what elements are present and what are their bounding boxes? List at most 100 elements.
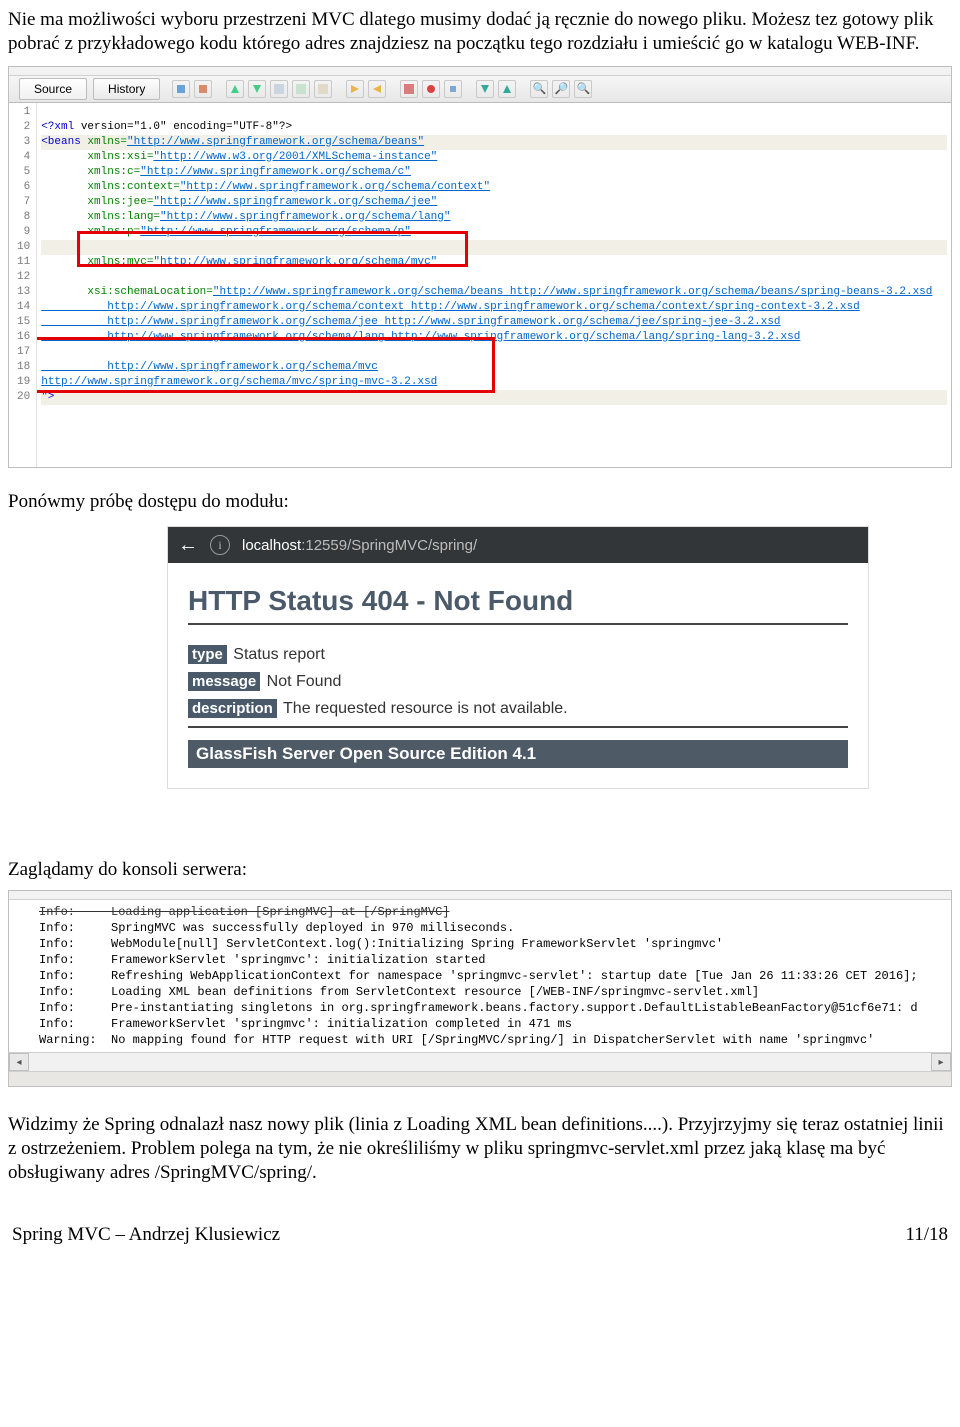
- browser-toolbar: ← i localhost:12559/SpringMVC/spring/: [168, 527, 868, 563]
- toolbar-icon[interactable]: [292, 80, 310, 98]
- message-line: message Not Found: [188, 672, 848, 691]
- divider: [188, 726, 848, 728]
- zoom-out-icon[interactable]: 🔎: [552, 80, 570, 98]
- toolbar-icon[interactable]: [314, 80, 332, 98]
- status-heading: HTTP Status 404 - Not Found: [188, 585, 848, 617]
- line-number: 16: [17, 330, 30, 345]
- toolbar-icon[interactable]: [368, 80, 386, 98]
- toolbar-icon[interactable]: [444, 80, 462, 98]
- beans-open: <beans: [41, 136, 81, 148]
- footer-left: Spring MVC – Andrzej Klusiewicz: [12, 1224, 280, 1246]
- ide-toolbar: Source History: [9, 76, 951, 103]
- back-arrow-icon[interactable]: ←: [178, 535, 198, 555]
- line-number: 20: [17, 390, 30, 405]
- line-number: 12: [17, 270, 30, 285]
- attr: xmlns:lang=: [41, 211, 160, 223]
- log-message: Loading application [SpringMVC] at [/Spr…: [111, 905, 449, 919]
- console-line: Info: FrameworkServlet 'springmvc': init…: [39, 1016, 945, 1032]
- url: "http://www.springframework.org/schema/c…: [180, 181, 490, 193]
- attr: xsi:schemaLocation=: [41, 286, 213, 298]
- line-number: 1: [24, 105, 31, 120]
- line-number: 3: [24, 135, 31, 150]
- console-output[interactable]: Info: Loading application [SpringMVC] at…: [9, 900, 951, 1052]
- info-icon[interactable]: i: [210, 535, 230, 555]
- toolbar-icon[interactable]: [422, 80, 440, 98]
- paragraph-3: Zaglądamy do konsoli serwera:: [8, 858, 952, 882]
- zoom-reset-icon[interactable]: 🔍: [574, 80, 592, 98]
- url-bar[interactable]: localhost:12559/SpringMVC/spring/: [242, 537, 477, 554]
- browser-window: ← i localhost:12559/SpringMVC/spring/ HT…: [168, 527, 868, 788]
- toolbar-icon[interactable]: [476, 80, 494, 98]
- paragraph-4: Widzimy że Spring odnalazł nasz nowy pli…: [8, 1113, 952, 1184]
- line-gutter: 1234567891011121314151617181920: [9, 103, 37, 467]
- log-message: Loading XML bean definitions from Servle…: [111, 985, 759, 999]
- attr: xmlns:p=: [41, 226, 140, 238]
- console-line: Info: FrameworkServlet 'springmvc': init…: [39, 952, 945, 968]
- description-value: The requested resource is not available.: [279, 700, 568, 717]
- url-mvc-schema: http://www.springframework.org/schema/mv…: [41, 361, 378, 373]
- line-number: 4: [24, 150, 31, 165]
- toolbar-icon[interactable]: [226, 80, 244, 98]
- url: http://www.springframework.org/schema/la…: [41, 331, 384, 343]
- url: "http://www.springframework.org/schema/j…: [153, 196, 437, 208]
- toolbar-icon[interactable]: [400, 80, 418, 98]
- tab-history[interactable]: History: [93, 78, 160, 100]
- line-number: 8: [24, 210, 31, 225]
- log-level: Info:: [39, 969, 111, 983]
- line-number: 11: [17, 255, 30, 270]
- url: http://www.springframework.org/schema/je…: [41, 316, 378, 328]
- toolbar-icon[interactable]: [498, 80, 516, 98]
- toolbar-icon[interactable]: [172, 80, 190, 98]
- line-number: 6: [24, 180, 31, 195]
- zoom-in-icon[interactable]: 🔍: [530, 80, 548, 98]
- attr: xmlns:context=: [41, 181, 180, 193]
- url: "http://www.springframework.org/schema/b…: [213, 286, 503, 298]
- log-message: Pre-instantiating singletons in org.spri…: [111, 1001, 918, 1015]
- line-number: 18: [17, 360, 30, 375]
- log-level: Info:: [39, 953, 111, 967]
- url: "http://www.springframework.org/schema/b…: [127, 136, 424, 148]
- log-level: Info:: [39, 1001, 111, 1015]
- paragraph-1: Nie ma możliwości wyboru przestrzeni MVC…: [8, 8, 952, 56]
- xml-decl: <?xml: [41, 121, 74, 133]
- line-number: 15: [17, 315, 30, 330]
- toolbar-icon[interactable]: [346, 80, 364, 98]
- url: http://www.springframework.org/schema/co…: [404, 301, 859, 313]
- line-number: 19: [17, 375, 30, 390]
- url: http://www.springframework.org/schema/je…: [378, 316, 781, 328]
- code-content[interactable]: <?xml version="1.0" encoding="UTF-8"?> <…: [37, 103, 951, 467]
- description-line: description The requested resource is no…: [188, 699, 848, 718]
- line-number: 5: [24, 165, 31, 180]
- divider: [188, 623, 848, 625]
- attr: xmlns:jee=: [41, 196, 153, 208]
- log-message: WebModule[null] ServletContext.log():Ini…: [111, 937, 723, 951]
- message-label: message: [188, 672, 260, 691]
- xml-decl-rest: version="1.0" encoding="UTF-8"?>: [74, 121, 292, 133]
- url: http://www.springframework.org/schema/be…: [503, 286, 932, 298]
- line-number: 14: [17, 300, 30, 315]
- footer-right: 11/18: [905, 1224, 948, 1246]
- log-message: No mapping found for HTTP request with U…: [111, 1033, 874, 1047]
- attr: xmlns:c=: [41, 166, 140, 178]
- type-label: type: [188, 645, 227, 664]
- beans-close-attr: ">: [41, 391, 54, 403]
- scrollbar-horizontal[interactable]: ◂ ▸: [9, 1052, 951, 1071]
- console-line: Info: SpringMVC was successfully deploye…: [39, 920, 945, 936]
- attr: xmlns=: [81, 136, 127, 148]
- scroll-left-icon[interactable]: ◂: [9, 1053, 29, 1071]
- toolbar-icon[interactable]: [248, 80, 266, 98]
- toolbar-icon[interactable]: [270, 80, 288, 98]
- scroll-right-icon[interactable]: ▸: [931, 1053, 951, 1071]
- toolbar-icon[interactable]: [194, 80, 212, 98]
- description-label: description: [188, 699, 277, 718]
- url-host: localhost: [242, 537, 301, 554]
- attr: xmlns:xsi=: [41, 151, 153, 163]
- log-level: Warning:: [39, 1033, 111, 1047]
- paragraph-2: Ponówmy próbę dostępu do modułu:: [8, 490, 952, 514]
- server-console: Info: Loading application [SpringMVC] at…: [8, 890, 952, 1087]
- log-level: Info:: [39, 1017, 111, 1031]
- tab-source[interactable]: Source: [19, 78, 87, 100]
- log-level: Info:: [39, 905, 111, 919]
- server-banner: GlassFish Server Open Source Edition 4.1: [188, 740, 848, 768]
- line-number: 2: [24, 120, 31, 135]
